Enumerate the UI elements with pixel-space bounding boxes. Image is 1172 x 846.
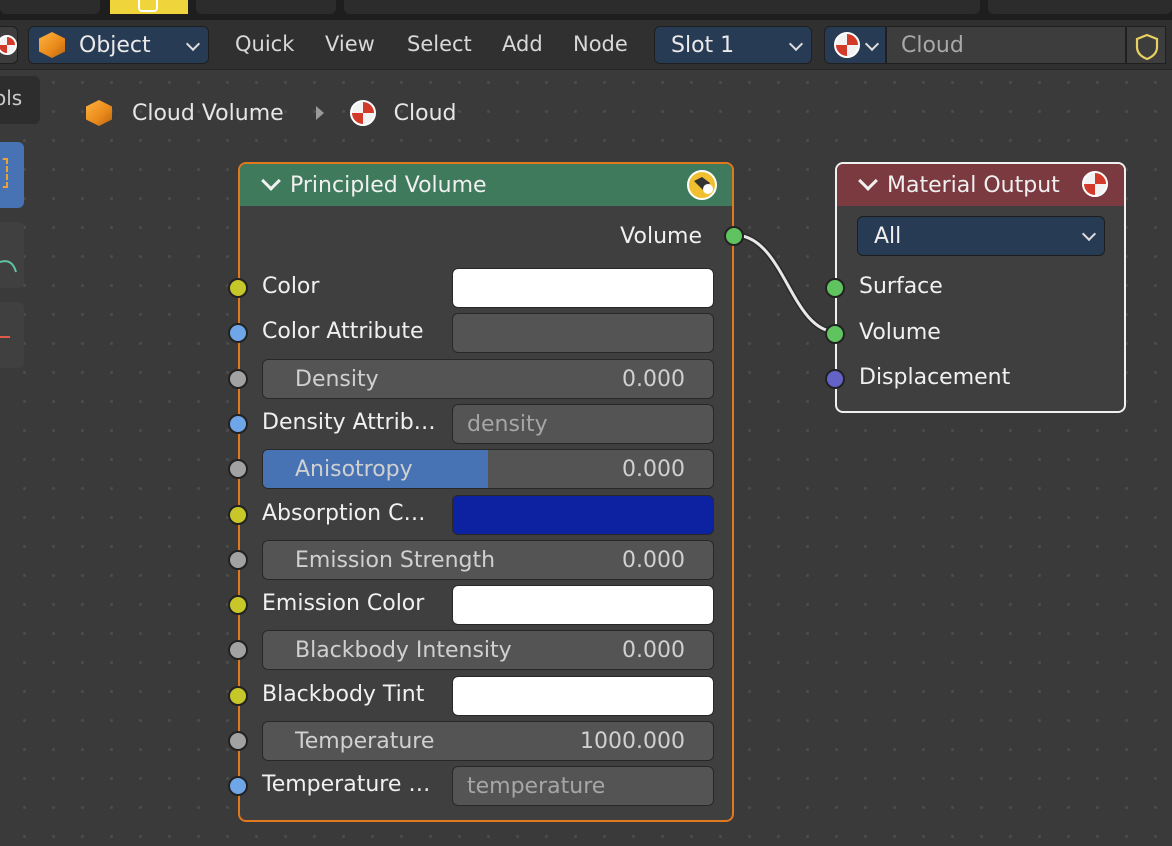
target-label: All (874, 223, 902, 249)
emission-color-label: Emission Color (262, 591, 425, 617)
absorption-c-color-swatch[interactable] (452, 494, 714, 535)
node-preview-icon[interactable] (686, 169, 718, 201)
blackbody-tint-label: Blackbody Tint (262, 681, 425, 707)
principled-volume-header[interactable]: Principled Volume (240, 164, 732, 206)
blackbody-tint-color-swatch[interactable] (452, 675, 714, 716)
blackbody-intensity-socket[interactable] (228, 640, 248, 661)
temperature-attribute-value: temperature (467, 774, 606, 800)
displacement-input-socket[interactable] (825, 369, 845, 389)
anisotropy-socket[interactable] (228, 459, 248, 480)
material-output-header[interactable]: Material Output (837, 164, 1124, 206)
emission-color-socket[interactable] (228, 595, 248, 616)
blackbody-intensity-field[interactable]: Blackbody Intensity 0.000 (262, 630, 714, 671)
color-label: Color (262, 274, 320, 299)
collapse-arrow-icon[interactable] (858, 171, 878, 191)
emission-strength-socket[interactable] (228, 549, 248, 570)
temperature-socket[interactable] (228, 776, 248, 797)
density-attrib-label: Density Attrib… (262, 409, 436, 435)
material-output-node[interactable]: Material Output All Surface Volume Displac… (825, 162, 1126, 413)
surface-input-socket[interactable] (825, 278, 845, 298)
material-icon (1082, 171, 1108, 197)
emission-color-color-swatch[interactable] (452, 585, 714, 626)
anisotropy-label: Anisotropy (295, 457, 413, 483)
emission-strength-value: 0.000 (622, 547, 685, 573)
principled-volume-node[interactable]: Principled Volume Volume Color Color Attr… (228, 162, 744, 822)
surface-input-label: Surface (859, 274, 943, 299)
density-field[interactable]: Density 0.000 (262, 358, 714, 399)
blackbody-intensity-label: Blackbody Intensity (295, 638, 512, 664)
collapse-arrow-icon[interactable] (261, 171, 281, 191)
volume-input-socket[interactable] (825, 323, 845, 344)
blackbody-tint-socket[interactable] (228, 685, 248, 706)
volume-input-label: Volume (859, 319, 941, 345)
density-attrib-attribute-field[interactable]: density (452, 403, 714, 444)
emission-strength-field[interactable]: Emission Strength 0.000 (262, 539, 714, 580)
color-attribute-attribute-field[interactable] (452, 313, 714, 354)
temperature-label: Temperature (295, 729, 435, 754)
emission-strength-label: Emission Strength (295, 547, 496, 573)
temperature-attribute-field[interactable]: temperature (452, 766, 714, 807)
density-attrib-socket[interactable] (228, 413, 248, 434)
temperature-field[interactable]: Temperature 1000.000 (262, 721, 714, 761)
blackbody-intensity-value: 0.000 (622, 638, 685, 664)
color-color-swatch[interactable] (452, 268, 714, 308)
color-attribute-label: Color Attribute (262, 319, 424, 345)
anisotropy-field[interactable]: Anisotropy 0.000 (262, 449, 714, 490)
absorption-c-socket[interactable] (228, 504, 248, 525)
absorption-c-label: Absorption C… (262, 500, 426, 526)
material-output-title: Material Output (887, 172, 1060, 198)
color-socket[interactable] (228, 278, 248, 298)
target-dropdown[interactable]: All (857, 216, 1105, 256)
temperature-label: Temperature … (262, 772, 431, 798)
volume-output-socket[interactable] (724, 226, 744, 246)
principled-volume-title: Principled Volume (290, 172, 487, 198)
density-label: Density (295, 366, 379, 392)
density-value: 0.000 (622, 366, 685, 392)
anisotropy-value: 0.000 (622, 457, 685, 483)
temperature-socket[interactable] (228, 731, 248, 751)
displacement-input-label: Displacement (859, 365, 1011, 390)
volume-output-label: Volume (620, 224, 702, 249)
density-attrib-attribute-value: density (467, 411, 548, 437)
density-socket[interactable] (228, 368, 248, 389)
chevron-down-icon (1081, 226, 1097, 242)
temperature-value: 1000.000 (580, 729, 685, 754)
color-attribute-socket[interactable] (228, 323, 248, 344)
